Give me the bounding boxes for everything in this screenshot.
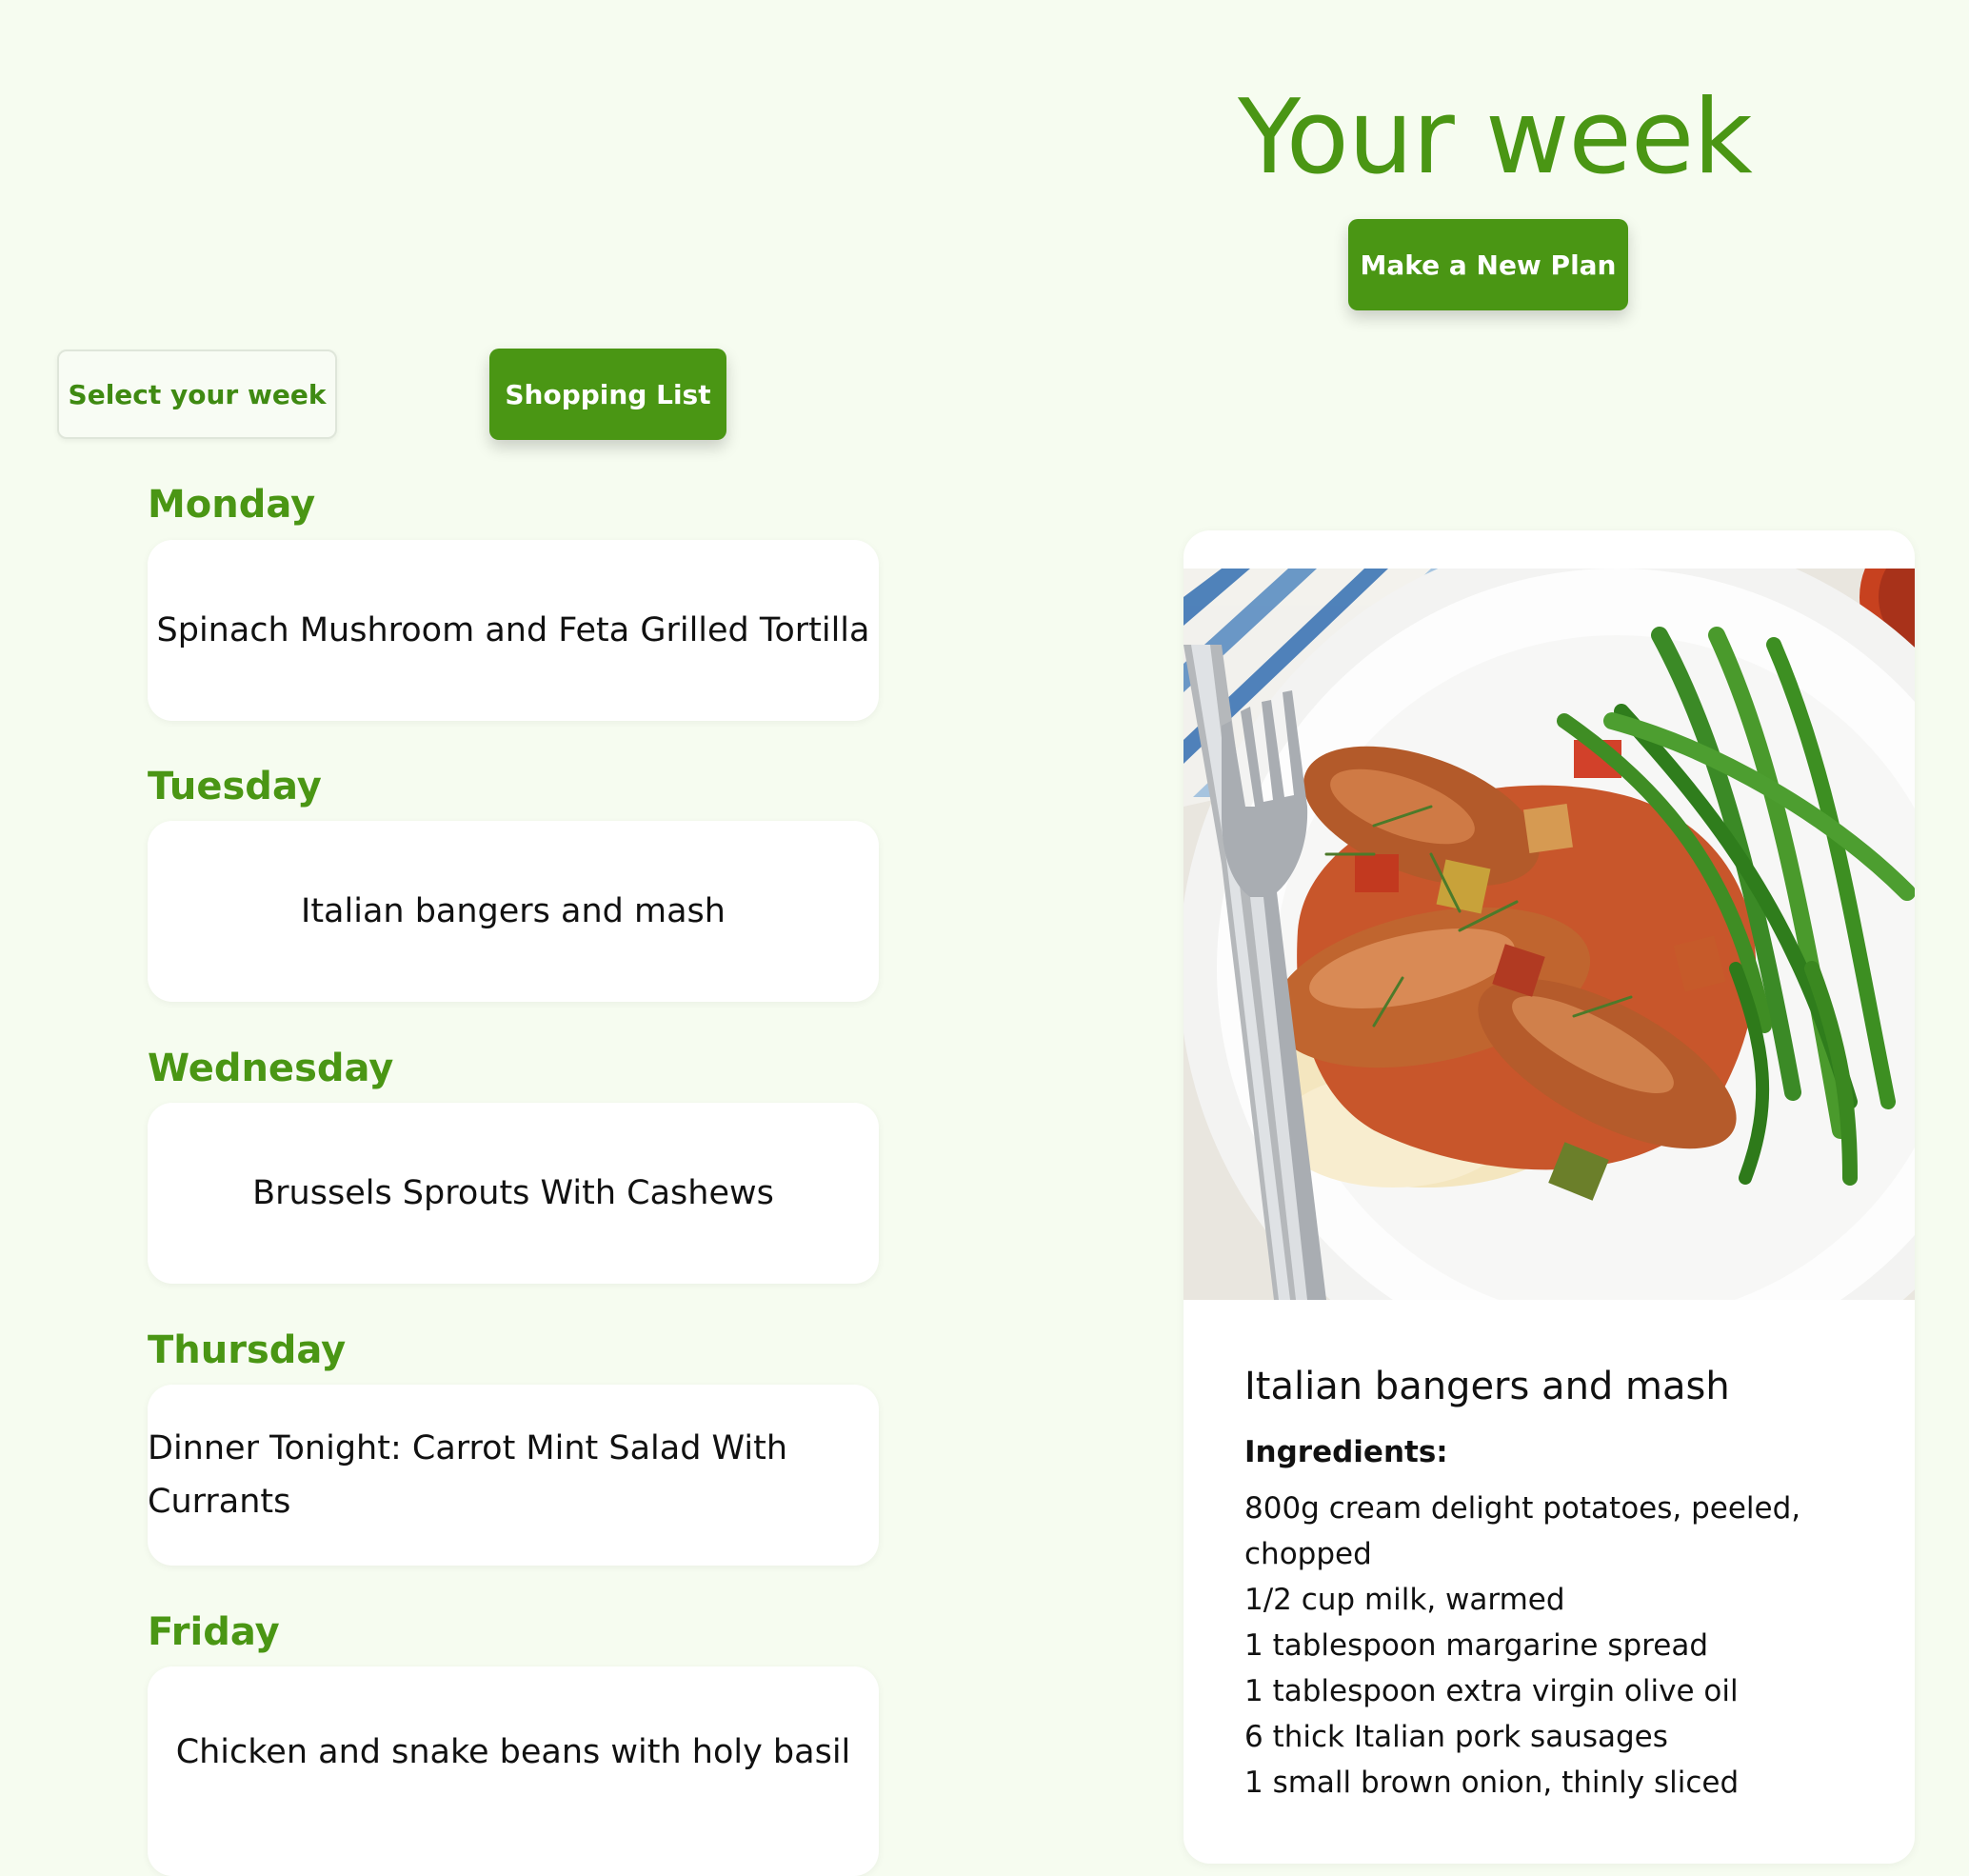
meal-card-wednesday[interactable]: Brussels Sprouts With Cashews [148,1103,879,1284]
meal-title: Brussels Sprouts With Cashews [252,1174,774,1212]
day-label-thursday: Thursday [148,1328,347,1372]
page-title: Your week [1238,78,1753,198]
meal-title: Chicken and snake beans with holy basil [175,1733,851,1771]
ingredient-item: 1 tablespoon extra virgin olive oil [1244,1674,1739,1708]
make-new-plan-button[interactable]: Make a New Plan [1348,219,1628,310]
ingredient-item: 800g cream delight potatoes, peeled, cho… [1244,1491,1801,1571]
ingredient-item: 1 small brown onion, thinly sliced [1244,1766,1740,1800]
day-label-wednesday: Wednesday [148,1047,394,1090]
meal-card-thursday[interactable]: Dinner Tonight: Carrot Mint Salad With C… [148,1385,879,1566]
shopping-list-button[interactable]: Shopping List [489,349,726,440]
recipe-title: Italian bangers and mash [1244,1365,1730,1408]
recipe-photo [1183,569,1915,1300]
meal-card-friday[interactable]: Chicken and snake beans with holy basil [148,1666,879,1876]
day-label-tuesday: Tuesday [148,765,322,808]
ingredient-item: 1 tablespoon margarine spread [1244,1628,1708,1663]
meal-title: Dinner Tonight: Carrot Mint Salad With C… [148,1429,788,1521]
ingredient-item: 1/2 cup milk, warmed [1244,1583,1565,1617]
day-label-monday: Monday [148,483,316,527]
select-week-button[interactable]: Select your week [57,349,337,439]
meal-title: Italian bangers and mash [301,892,726,930]
day-label-friday: Friday [148,1610,280,1654]
ingredients-list: 800g cream delight potatoes, peeled, cho… [1244,1486,1835,1806]
ingredients-heading: Ingredients: [1244,1435,1448,1469]
meal-card-monday[interactable]: Spinach Mushroom and Feta Grilled Tortil… [148,540,879,721]
meal-card-tuesday[interactable]: Italian bangers and mash [148,821,879,1002]
meal-title: Spinach Mushroom and Feta Grilled Tortil… [156,611,870,649]
ingredient-item: 6 thick Italian pork sausages [1244,1720,1668,1754]
recipe-detail-panel: Italian bangers and mash Ingredients: 80… [1183,530,1915,1864]
